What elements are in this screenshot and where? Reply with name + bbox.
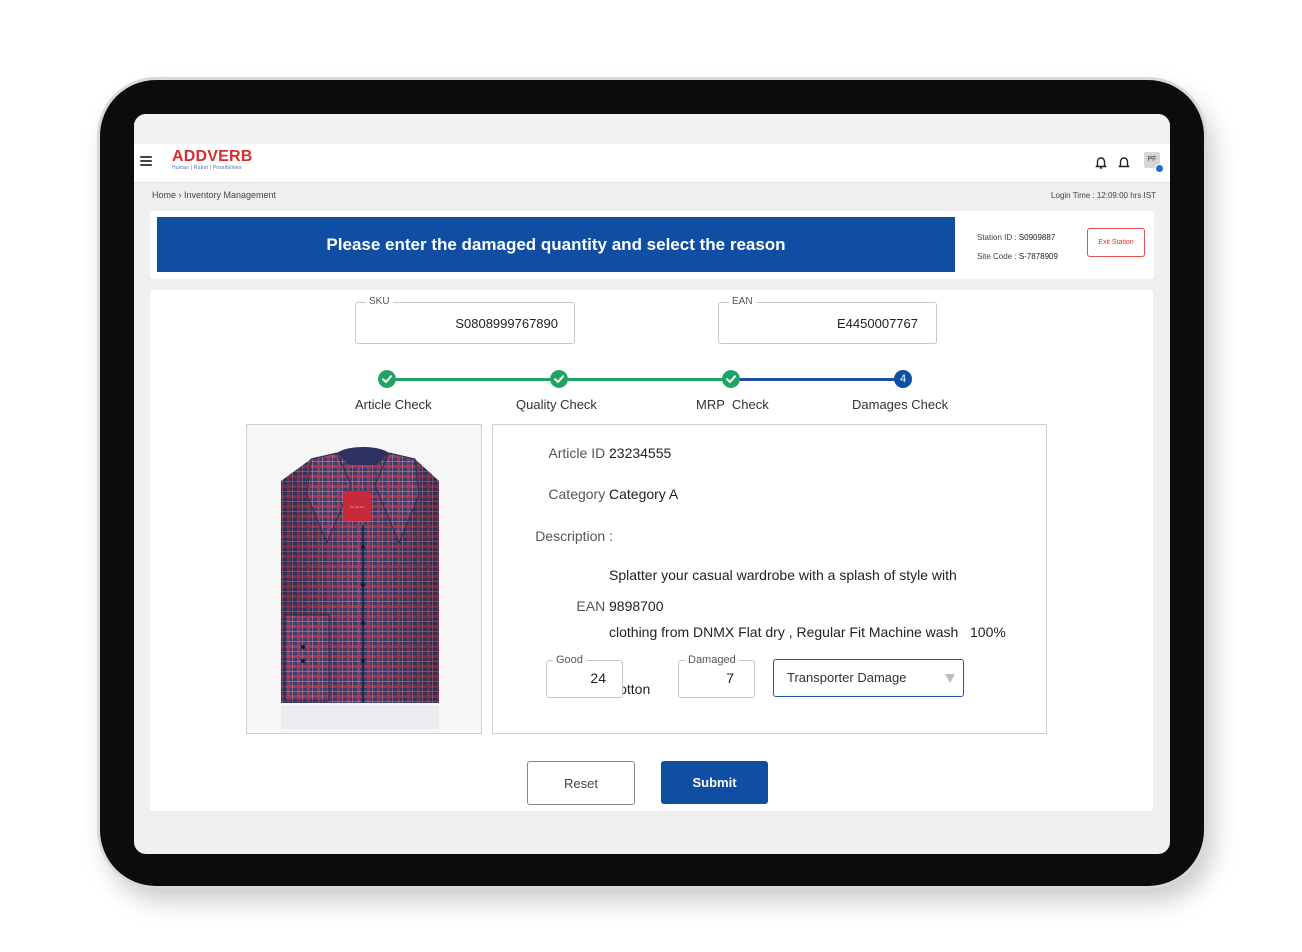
good-value: 24 (590, 670, 606, 686)
step-2-check-icon (550, 370, 568, 388)
ean-label: EAN (729, 296, 756, 307)
category-value: Category A (609, 486, 679, 502)
brand-logo: ADDVERB Human | Robot | Possibilities (172, 148, 253, 172)
app-screen: ADDVERB Human | Robot | Possibilities PF… (134, 114, 1170, 854)
step-1-check-icon (378, 370, 396, 388)
avatar-status-icon (1155, 164, 1164, 173)
description-label: Description : (535, 528, 613, 544)
step-4-number: 4 (894, 370, 912, 388)
instruction-banner: Please enter the damaged quantity and se… (157, 217, 955, 272)
product-image-panel: ~~~ (246, 424, 482, 734)
step-label-damages-check: Damages Check (852, 397, 949, 412)
bell-icon[interactable] (1094, 156, 1108, 170)
step-3-check-icon (722, 370, 740, 388)
category-label: Category : (548, 486, 613, 502)
chevron-down-icon (945, 674, 955, 683)
breadcrumb[interactable]: Home › Inventory Management (152, 190, 276, 200)
sku-field[interactable]: SKU S0808999767890 (355, 296, 575, 344)
description-line-2: clothing from DNMX Flat dry , Regular Fi… (609, 624, 1006, 640)
station-info: Station ID : S0909887 Site Code : S-7878… (977, 228, 1058, 266)
article-ean-value: 9898700 (609, 598, 664, 614)
brand-name: ADDVERB (172, 148, 253, 165)
step-label-mrp-check: MRP Check (696, 397, 769, 412)
good-label: Good (553, 654, 586, 666)
site-code-value: S-7878909 (1018, 252, 1058, 261)
site-code-label: Site Code : (977, 252, 1019, 261)
damaged-value: 7 (726, 670, 734, 686)
damage-reason-select[interactable]: Transporter Damage (773, 659, 964, 697)
damaged-quantity-input[interactable]: Damaged 7 (678, 654, 755, 698)
app-header: ADDVERB Human | Robot | Possibilities PF (134, 144, 1170, 183)
ean-field[interactable]: EAN E4450007767 (718, 296, 937, 344)
sku-value: S0808999767890 (455, 316, 558, 331)
step-label-article-check: Article Check (355, 397, 432, 412)
sku-label: SKU (366, 296, 393, 307)
damage-reason-value: Transporter Damage (787, 670, 907, 685)
ean-value: E4450007767 (837, 316, 918, 331)
article-id-label: Article ID : (548, 445, 613, 461)
step-label-quality-check: Quality Check (516, 397, 597, 412)
reset-button[interactable]: Reset (527, 761, 635, 805)
svg-text:~~~: ~~~ (349, 504, 364, 511)
good-quantity-input[interactable]: Good 24 (546, 654, 623, 698)
login-time: Login Time : 12:09:00 hrs IST (1051, 191, 1156, 200)
article-ean-label: EAN : (576, 598, 613, 614)
description-line-1: Splatter your casual wardrobe with a spl… (609, 567, 957, 583)
submit-button[interactable]: Submit (661, 761, 768, 804)
notification-icon[interactable] (1117, 156, 1131, 170)
description-value: Splatter your casual wardrobe with a spl… (609, 528, 1006, 737)
stepper-line-active (731, 378, 903, 381)
article-id-value: 23234555 (609, 445, 672, 461)
station-id-label: Station ID : (977, 233, 1019, 242)
damaged-label: Damaged (685, 654, 739, 666)
station-id-value: S0909887 (1018, 233, 1056, 242)
shirt-image: ~~~ (281, 447, 439, 729)
status-strip (134, 114, 1170, 144)
exit-station-button[interactable]: Exit Station (1087, 228, 1145, 257)
menu-icon[interactable] (140, 156, 152, 166)
brand-tagline: Human | Robot | Possibilities (172, 165, 242, 171)
